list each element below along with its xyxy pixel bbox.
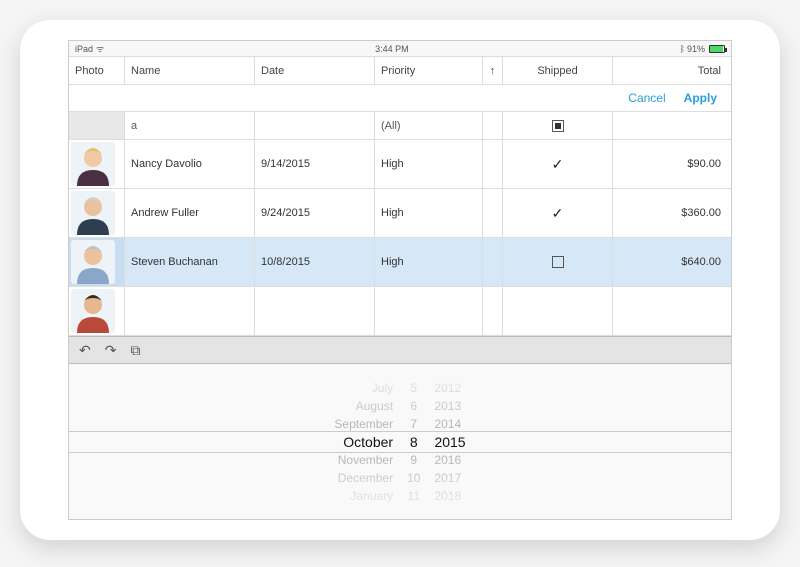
- col-header-date[interactable]: Date: [255, 57, 375, 84]
- filter-priority-select[interactable]: (All): [375, 112, 483, 139]
- cancel-button[interactable]: Cancel: [628, 91, 665, 105]
- filter-name-input[interactable]: a: [125, 112, 255, 139]
- shipped-cell[interactable]: [503, 287, 613, 335]
- picker-option[interactable]: 10: [407, 469, 420, 487]
- sort-cell: [483, 238, 503, 286]
- shipped-cell[interactable]: [503, 238, 613, 286]
- apply-button[interactable]: Apply: [684, 91, 717, 105]
- table-row[interactable]: Steven Buchanan10/8/2015High $640.00: [69, 238, 731, 287]
- bluetooth-icon: ᛒ: [680, 44, 685, 54]
- checkmark-icon: ✓: [552, 205, 564, 222]
- filter-sort-cell: [483, 112, 503, 139]
- col-header-shipped[interactable]: Shipped: [503, 57, 613, 84]
- total-cell: $360.00: [613, 189, 731, 237]
- wifi-icon: ᯤ: [96, 42, 104, 55]
- action-row: Cancel Apply: [69, 85, 731, 112]
- date-picker[interactable]: JulyAugustSeptemberOctoberNovemberDecemb…: [69, 364, 731, 519]
- avatar: [71, 191, 115, 235]
- priority-cell[interactable]: High: [375, 140, 483, 188]
- table-row[interactable]: Andrew Fuller9/24/2015High ✓ $360.00: [69, 189, 731, 238]
- redo-icon[interactable]: ↷: [105, 342, 117, 359]
- shipped-cell[interactable]: ✓: [503, 189, 613, 237]
- sort-cell: [483, 140, 503, 188]
- name-cell[interactable]: Steven Buchanan: [125, 238, 255, 286]
- checkmark-icon: ✓: [552, 156, 564, 173]
- picker-option[interactable]: August: [356, 397, 393, 415]
- priority-cell[interactable]: High: [375, 189, 483, 237]
- name-cell[interactable]: Andrew Fuller: [125, 189, 255, 237]
- avatar: [71, 240, 115, 284]
- battery-percent: 91%: [687, 44, 705, 54]
- date-cell[interactable]: 9/24/2015: [255, 189, 375, 237]
- col-header-photo[interactable]: Photo: [69, 57, 125, 84]
- column-header-row: Photo Name Date Priority ↑ Shipped Total: [69, 57, 731, 85]
- tablet-frame: iPad ᯤ 3:44 PM ᛒ 91% Photo Name Date Pri…: [20, 20, 780, 540]
- picker-option[interactable]: 9: [410, 451, 417, 469]
- picker-option[interactable]: January: [350, 487, 393, 505]
- undo-icon[interactable]: ↶: [79, 342, 91, 359]
- battery-icon: [709, 45, 725, 53]
- status-bar: iPad ᯤ 3:44 PM ᛒ 91%: [69, 41, 731, 57]
- picker-option[interactable]: December: [338, 469, 393, 487]
- filter-total-cell: [613, 112, 731, 139]
- picker-option[interactable]: 2012: [434, 379, 461, 397]
- picker-option[interactable]: 5: [410, 379, 417, 397]
- shipped-cell[interactable]: ✓: [503, 140, 613, 188]
- avatar: [71, 289, 115, 333]
- table-row[interactable]: [69, 287, 731, 336]
- total-cell: $90.00: [613, 140, 731, 188]
- table-row[interactable]: Nancy Davolio9/14/2015High ✓ $90.00: [69, 140, 731, 189]
- photo-cell: [69, 238, 125, 286]
- picker-option[interactable]: 11: [408, 487, 420, 505]
- app-screen: iPad ᯤ 3:44 PM ᛒ 91% Photo Name Date Pri…: [68, 40, 732, 520]
- filter-date-input[interactable]: [255, 112, 375, 139]
- col-header-total[interactable]: Total: [613, 57, 731, 84]
- picker-option[interactable]: 2018: [434, 487, 461, 505]
- data-grid: Photo Name Date Priority ↑ Shipped Total…: [69, 57, 731, 519]
- col-header-name[interactable]: Name: [125, 57, 255, 84]
- picker-option[interactable]: 2017: [434, 469, 461, 487]
- photo-cell: [69, 140, 125, 188]
- name-cell[interactable]: Nancy Davolio: [125, 140, 255, 188]
- total-cell: [613, 287, 731, 335]
- picker-option[interactable]: 2013: [434, 397, 461, 415]
- sort-cell: [483, 189, 503, 237]
- unchecked-box-icon: [552, 256, 564, 268]
- name-cell[interactable]: [125, 287, 255, 335]
- picker-option[interactable]: 6: [410, 397, 417, 415]
- photo-cell: [69, 287, 125, 335]
- date-cell[interactable]: 10/8/2015: [255, 238, 375, 286]
- priority-cell[interactable]: [375, 287, 483, 335]
- sort-cell: [483, 287, 503, 335]
- date-cell[interactable]: 9/14/2015: [255, 140, 375, 188]
- indeterminate-check-icon: [552, 120, 564, 132]
- clock: 3:44 PM: [104, 44, 679, 54]
- picker-option[interactable]: November: [338, 451, 393, 469]
- avatar: [71, 142, 115, 186]
- total-cell: $640.00: [613, 238, 731, 286]
- filter-shipped-checkbox[interactable]: [503, 112, 613, 139]
- picker-toolbar: ↶ ↷ ⧉: [69, 336, 731, 364]
- photo-cell: [69, 189, 125, 237]
- filter-photo-cell: [69, 112, 125, 139]
- filter-row: a (All): [69, 112, 731, 140]
- carrier-label: iPad: [75, 44, 93, 54]
- picker-option[interactable]: 2016: [434, 451, 461, 469]
- picker-option[interactable]: July: [372, 379, 393, 397]
- sort-indicator-icon[interactable]: ↑: [483, 57, 503, 84]
- date-cell[interactable]: [255, 287, 375, 335]
- priority-cell[interactable]: High: [375, 238, 483, 286]
- col-header-priority[interactable]: Priority: [375, 57, 483, 84]
- copy-icon[interactable]: ⧉: [130, 342, 140, 359]
